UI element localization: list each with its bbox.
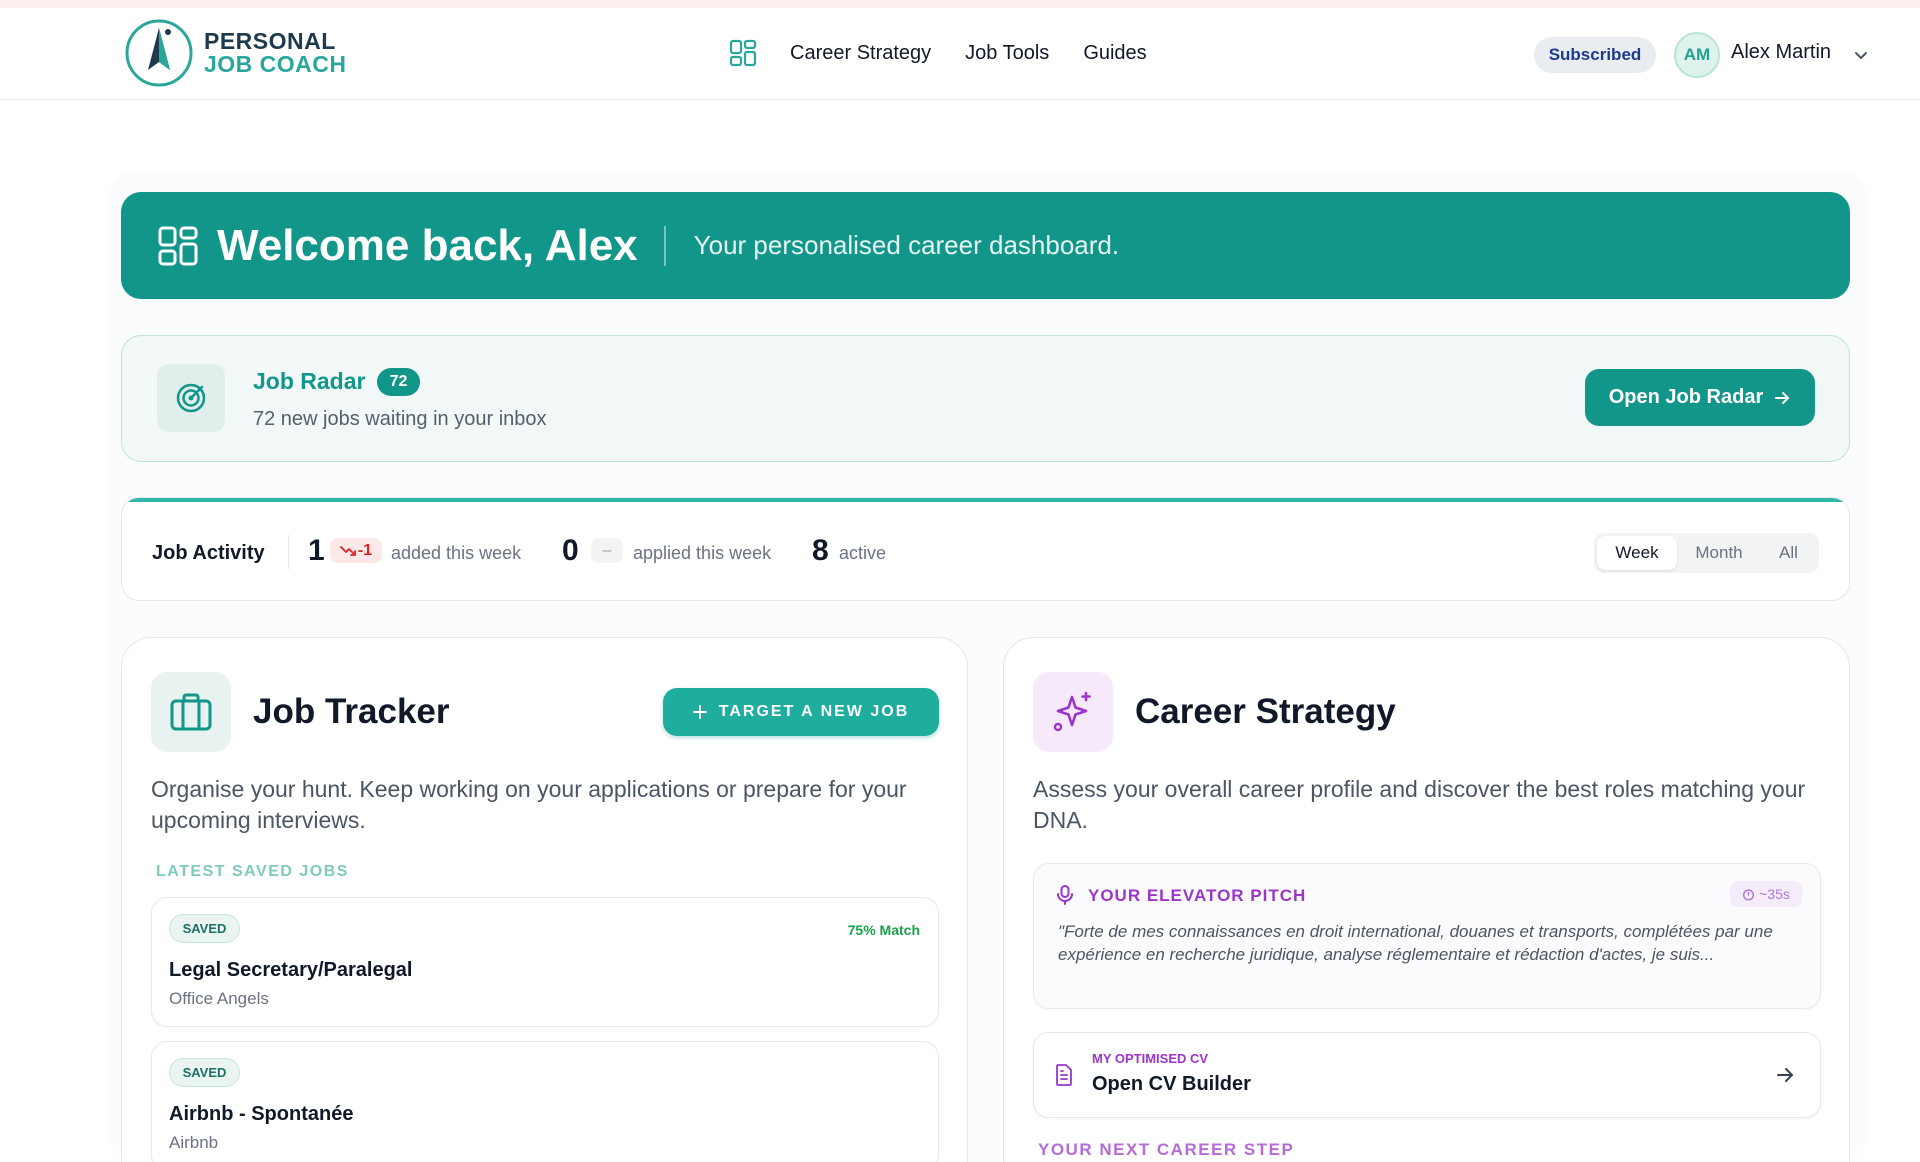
latest-saved-jobs-label: LATEST SAVED JOBS xyxy=(156,863,349,880)
added-label: added this week xyxy=(391,543,522,563)
status-badge: SAVED xyxy=(169,1058,240,1087)
cv-label: MY OPTIMISED CV xyxy=(1092,1051,1209,1066)
brand-line-1: PERSONAL xyxy=(204,28,336,54)
sparkles-icon xyxy=(1053,691,1091,732)
cv-builder-link[interactable]: MY OPTIMISED CV Open CV Builder xyxy=(1033,1032,1821,1118)
saved-job-card[interactable]: SAVED 75% Match Legal Secretary/Paralega… xyxy=(151,897,939,1027)
brand-line-2: JOB COACH xyxy=(204,51,347,77)
sparkles-icon-box xyxy=(1033,672,1113,752)
logo-compass-icon xyxy=(125,19,193,87)
welcome-divider xyxy=(663,225,666,266)
main-nav: Career Strategy Job Tools Guides xyxy=(728,38,1181,68)
job-title: Legal Secretary/Paralegal xyxy=(169,959,413,981)
career-strategy-title: Career Strategy xyxy=(1135,692,1396,731)
radar-icon-box xyxy=(157,364,225,432)
job-tracker-description: Organise your hunt. Keep working on your… xyxy=(151,776,907,833)
radar-icon xyxy=(176,383,206,413)
career-strategy-description: Assess your overall career profile and d… xyxy=(1033,776,1806,833)
activity-accent-bar xyxy=(122,498,1849,502)
briefcase-icon xyxy=(170,693,212,731)
cv-title: Open CV Builder xyxy=(1092,1073,1251,1095)
next-career-step-label: YOUR NEXT CAREER STEP xyxy=(1038,1140,1295,1159)
plus-icon xyxy=(692,705,707,719)
arrow-right-icon xyxy=(1777,1068,1793,1082)
job-title: Airbnb - Spontanée xyxy=(169,1103,354,1125)
dashboard-icon xyxy=(158,226,198,265)
avatar[interactable]: AM xyxy=(1674,32,1720,78)
status-badge: SAVED xyxy=(169,914,240,943)
document-icon xyxy=(1056,1064,1072,1086)
career-strategy-card: Career Strategy Assess your overall care… xyxy=(1003,637,1850,1162)
job-radar-description: 72 new jobs waiting in your inbox xyxy=(253,408,547,430)
job-company: Airbnb xyxy=(169,1133,219,1152)
welcome-subtitle: Your personalised career dashboard. xyxy=(693,230,1120,260)
applied-trend-badge: – xyxy=(591,538,623,563)
job-radar-count-badge: 72 xyxy=(377,368,420,396)
brand-name: PERSONAL JOB COACH xyxy=(204,30,347,76)
job-activity-bar: Job Activity 1 -1 added this week 0 – ap… xyxy=(121,497,1850,601)
target-new-job-label: TARGET A NEW JOB xyxy=(718,703,910,720)
applied-count: 0 xyxy=(562,534,579,567)
added-trend-badge: -1 xyxy=(330,538,382,563)
job-company: Office Angels xyxy=(169,989,269,1008)
trend-down-icon xyxy=(339,545,356,556)
timer-icon xyxy=(1743,888,1755,901)
period-month[interactable]: Month xyxy=(1677,536,1761,570)
chevron-down-icon[interactable] xyxy=(1852,46,1870,64)
added-trend-value: -1 xyxy=(357,541,373,559)
saved-job-card[interactable]: SAVED Airbnb - Spontanée Airbnb xyxy=(151,1041,939,1162)
elevator-pitch-card[interactable]: YOUR ELEVATOR PITCH ~35s "Forte de mes c… xyxy=(1033,863,1821,1009)
welcome-banner: Welcome back, Alex Your personalised car… xyxy=(121,192,1850,299)
elevator-pitch-title: YOUR ELEVATOR PITCH xyxy=(1088,886,1307,905)
pitch-duration-badge: ~35s xyxy=(1730,881,1802,907)
job-tracker-card: Job Tracker TARGET A NEW JOB Organise yo… xyxy=(121,637,968,1162)
activity-separator xyxy=(288,535,289,569)
nav-career-strategy[interactable]: Career Strategy xyxy=(790,42,931,65)
period-week[interactable]: Week xyxy=(1597,536,1677,570)
job-radar-title: Job Radar xyxy=(253,368,366,394)
nav-job-tools[interactable]: Job Tools xyxy=(965,42,1049,65)
dashboard-grid-icon[interactable] xyxy=(728,38,758,68)
period-all[interactable]: All xyxy=(1761,536,1816,570)
brand-logo[interactable]: PERSONAL JOB COACH xyxy=(124,18,347,88)
nav-guides[interactable]: Guides xyxy=(1083,42,1146,65)
open-job-radar-label: Open Job Radar xyxy=(1608,386,1764,408)
job-radar-card: Job Radar 72 72 new jobs waiting in your… xyxy=(121,335,1850,462)
welcome-title: Welcome back, Alex xyxy=(217,220,638,270)
open-job-radar-button[interactable]: Open Job Radar xyxy=(1585,369,1815,426)
job-activity-label: Job Activity xyxy=(152,542,265,564)
top-header: PERSONAL JOB COACH Career Strategy Job T… xyxy=(0,8,1920,100)
briefcase-icon-box xyxy=(151,672,231,752)
target-new-job-button[interactable]: TARGET A NEW JOB xyxy=(663,688,939,736)
applied-label: applied this week xyxy=(633,543,772,563)
pitch-duration: ~35s xyxy=(1759,886,1790,902)
microphone-icon xyxy=(1057,885,1073,905)
user-name[interactable]: Alex Martin xyxy=(1731,41,1831,64)
job-tracker-title: Job Tracker xyxy=(253,692,450,731)
elevator-pitch-text: "Forte de mes connaissances en droit int… xyxy=(1058,922,1773,964)
subscription-badge: Subscribed xyxy=(1534,37,1656,73)
added-count: 1 xyxy=(308,534,325,567)
active-count: 8 xyxy=(812,534,829,567)
match-score: 75% Match xyxy=(847,922,920,938)
arrow-right-icon xyxy=(1775,391,1790,404)
top-accent-strip xyxy=(0,0,1920,8)
period-toggle: Week Month All xyxy=(1594,533,1819,573)
active-label: active xyxy=(839,543,887,563)
